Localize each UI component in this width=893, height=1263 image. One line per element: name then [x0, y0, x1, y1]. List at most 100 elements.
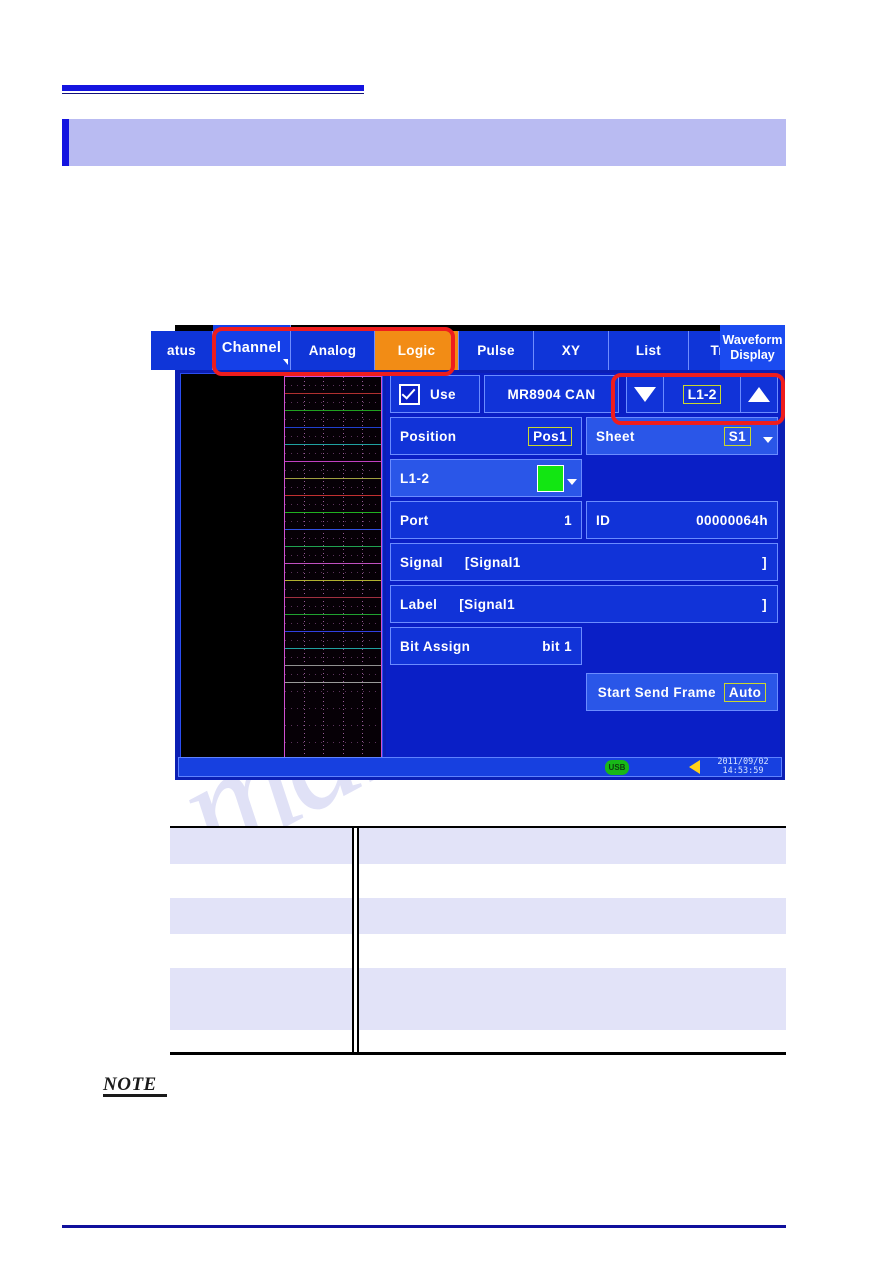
color-chevron-down-icon[interactable]: [567, 479, 577, 485]
table-cell-description: [359, 828, 786, 864]
waveform-gridline-horizontal: [285, 742, 381, 743]
sheet-field[interactable]: Sheet S1: [586, 417, 778, 455]
table-cell-description: [359, 968, 786, 1030]
waveform-gridline-vertical: [323, 377, 324, 758]
waveform-gridline-horizontal: [285, 657, 381, 658]
waveform-gridline-horizontal: [285, 623, 381, 624]
id-field[interactable]: ID 00000064h: [586, 501, 778, 539]
tab-status-label: atus: [167, 343, 196, 358]
module-name-field[interactable]: MR8904 CAN: [484, 375, 619, 413]
waveform-trace: [285, 563, 381, 564]
channel-up-button[interactable]: [740, 375, 778, 413]
waveform-gridline-horizontal: [285, 572, 381, 573]
position-field[interactable]: Position Pos1: [390, 417, 582, 455]
waveform-trace: [285, 546, 381, 547]
channel-selector[interactable]: L1-2: [626, 375, 778, 413]
waveform-grid: [284, 376, 382, 759]
table-cell-term: [170, 898, 352, 934]
status-time: 14:53:59: [722, 766, 764, 776]
triangle-up-icon: [748, 386, 770, 402]
port-value: 1: [564, 512, 572, 528]
tab-analog-label: Analog: [308, 343, 357, 358]
channel-selector-value[interactable]: L1-2: [664, 375, 740, 413]
header-rule-thick: [62, 85, 364, 91]
usb-status-icon: USB: [605, 759, 629, 775]
waveform-display-button[interactable]: Waveform Display: [720, 325, 785, 370]
tab-pulse-label: Pulse: [477, 343, 515, 358]
sheet-label: Sheet: [596, 428, 635, 444]
tab-status[interactable]: atus: [151, 331, 213, 370]
waveform-gridline-horizontal: [285, 504, 381, 505]
waveform-trace: [285, 614, 381, 615]
signal-field[interactable]: Signal [Signal1 ]: [390, 543, 778, 581]
waveform-trace: [285, 461, 381, 462]
channel-down-button[interactable]: [626, 375, 664, 413]
waveform-gridline-horizontal: [285, 470, 381, 471]
waveform-trace: [285, 410, 381, 411]
waveform-display-line1: Waveform: [722, 333, 783, 348]
tab-pulse[interactable]: Pulse: [459, 331, 534, 370]
color-swatch[interactable]: [537, 464, 564, 492]
waveform-gridline-horizontal: [285, 708, 381, 709]
waveform-viewer[interactable]: [180, 373, 383, 763]
start-send-frame-value: Auto: [723, 682, 767, 702]
table-cell-term: [170, 1030, 352, 1057]
table-cell-description: [359, 1030, 786, 1057]
channel-color-field[interactable]: L1-2: [390, 459, 582, 497]
position-value: Pos1: [528, 426, 572, 446]
port-field[interactable]: Port 1: [390, 501, 582, 539]
waveform-gridline-vertical: [343, 377, 344, 758]
waveform-gridline-horizontal: [285, 674, 381, 675]
bit-assign-field[interactable]: Bit Assign bit 1: [390, 627, 582, 665]
waveform-display-line2: Display: [730, 347, 775, 362]
use-checkbox-row[interactable]: Use: [390, 375, 480, 413]
id-label: ID: [596, 512, 611, 528]
tab-logic[interactable]: Logic: [375, 331, 459, 370]
table-row: [170, 934, 786, 968]
waveform-gridline-horizontal: [285, 487, 381, 488]
tab-list-label: List: [635, 343, 662, 358]
waveform-gridline-horizontal: [285, 555, 381, 556]
tab-xy-label: XY: [561, 343, 581, 358]
tab-channel[interactable]: Channel: [213, 325, 291, 370]
waveform-gridline-horizontal: [285, 402, 381, 403]
header-rule-thin: [62, 93, 364, 94]
waveform-gridline-horizontal: [285, 606, 381, 607]
bit-assign-value: bit 1: [542, 638, 572, 654]
signal-label: Signal: [400, 554, 443, 570]
triangle-down-icon: [634, 386, 656, 402]
channel-settings-panel: Use MR8904 CAN L1-2 Position Pos1 Sheet: [386, 373, 780, 763]
signal-bracket-close: ]: [762, 554, 767, 570]
waveform-gridline-vertical: [362, 377, 363, 758]
waveform-trace: [285, 529, 381, 530]
device-screenshot: atus Channel Analog Logic Pulse XY List …: [151, 325, 785, 780]
start-send-frame-field[interactable]: Start Send Frame Auto: [586, 673, 778, 711]
section-title-band: [62, 119, 786, 166]
sheet-chevron-down-icon[interactable]: [763, 437, 773, 443]
tab-xy[interactable]: XY: [534, 331, 609, 370]
waveform-gridline-horizontal: [285, 589, 381, 590]
label-label: Label: [400, 596, 438, 612]
table-row: [170, 864, 786, 898]
table-cell-term: [170, 968, 352, 1030]
waveform-trace: [285, 444, 381, 445]
table-cell-description: [359, 934, 786, 968]
note-marker-text: NOTE: [103, 1074, 157, 1095]
use-checkbox[interactable]: [399, 383, 420, 405]
waveform-trace: [285, 648, 381, 649]
sheet-value: S1: [723, 426, 751, 446]
port-label: Port: [400, 512, 429, 528]
waveform-trace: [285, 631, 381, 632]
label-field[interactable]: Label [Signal1 ]: [390, 585, 778, 623]
waveform-gridline-horizontal: [285, 385, 381, 386]
tab-list[interactable]: List: [609, 331, 689, 370]
waveform-trace: [285, 478, 381, 479]
table-row: [170, 1030, 786, 1057]
device-tab-bar: atus Channel Analog Logic Pulse XY List …: [151, 325, 785, 370]
description-table: [170, 826, 786, 1055]
channel-color-label: L1-2: [400, 470, 430, 486]
waveform-trace: [285, 580, 381, 581]
tab-analog[interactable]: Analog: [291, 331, 375, 370]
device-status-bar: USB 2011/09/02 14:53:59: [178, 757, 782, 777]
table-row: [170, 828, 786, 864]
